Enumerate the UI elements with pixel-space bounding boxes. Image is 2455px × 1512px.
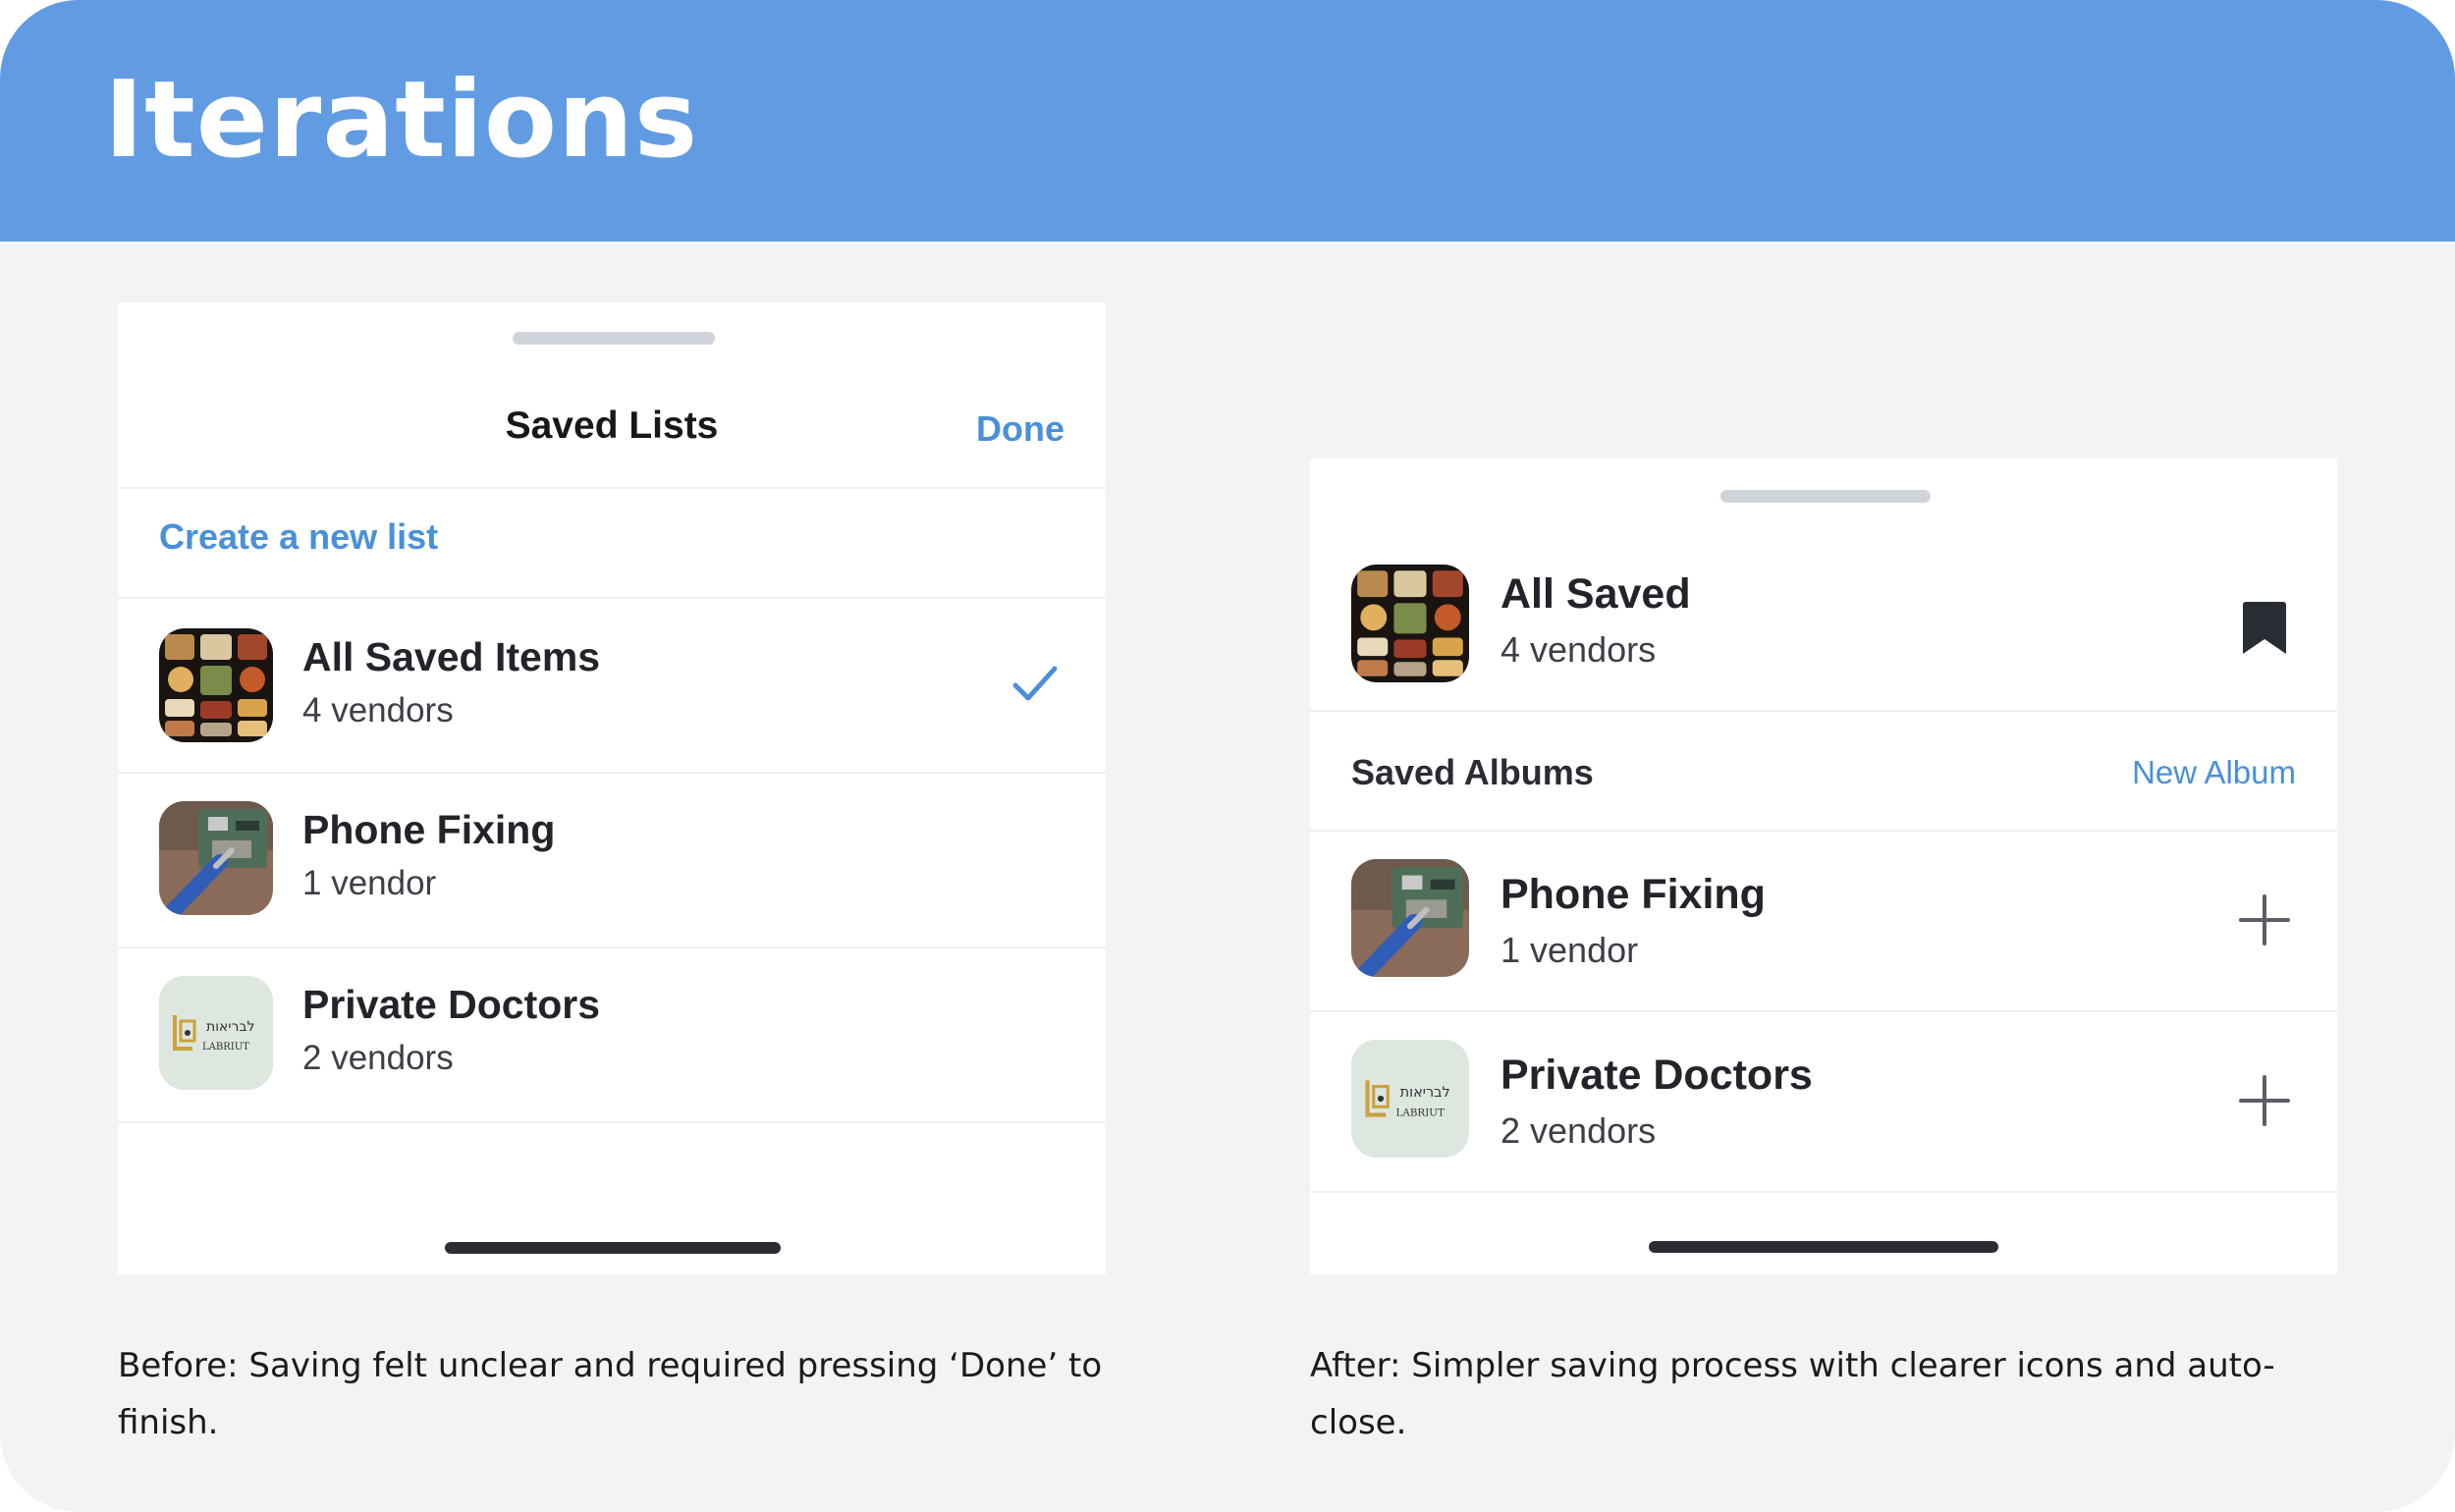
drag-handle[interactable] [1720,490,1931,503]
svg-text:LABRIUT: LABRIUT [202,1042,249,1053]
circuit-board-thumbnail [1351,859,1469,977]
home-indicator [445,1242,781,1254]
album-count: 2 vendors [1500,1110,1657,1151]
checkmark-icon [1011,664,1059,708]
album-item-private-doctors[interactable]: לבריאות LABRIUT Private Doctors 2 vendor… [1310,1012,2337,1191]
list-count: 4 vendors [302,691,454,729]
labriut-logo-thumbnail: לבריאות LABRIUT [1351,1040,1469,1158]
saved-albums-heading: Saved Albums [1351,752,1594,792]
list-count: 1 vendor [302,864,437,902]
food-trays-thumbnail [159,628,273,742]
divider [118,1121,1106,1123]
list-item-all-saved-items[interactable]: All Saved Items 4 vendors [118,599,1106,772]
header-banner: Iterations [0,0,2455,242]
after-caption: After: Simpler saving process with clear… [1310,1346,2275,1442]
svg-text:לבריאות: לבריאות [206,1019,254,1035]
page-title: Iterations [104,59,699,182]
svg-text:לבריאות: לבריאות [1400,1085,1450,1101]
album-title: Phone Fixing [1500,871,1766,918]
new-album-link[interactable]: New Album [2132,754,2296,791]
divider [1310,1191,2337,1193]
album-item-phone-fixing[interactable]: Phone Fixing 1 vendor [1310,832,2337,1010]
create-new-list-link[interactable]: Create a new list [159,516,438,558]
circuit-board-thumbnail [159,801,273,915]
list-title: Private Doctors [302,982,601,1027]
drag-handle[interactable] [513,332,715,345]
slide: Iterations Saved Lists Done Create a new… [0,0,2455,1512]
all-saved-row[interactable]: All Saved 4 vendors [1310,541,2337,710]
divider [118,487,1106,489]
list-title: Phone Fixing [302,807,556,852]
svg-text:LABRIUT: LABRIUT [1396,1107,1445,1119]
done-button[interactable]: Done [976,408,1064,450]
all-saved-count: 4 vendors [1500,629,1657,670]
list-title: All Saved Items [302,634,601,679]
after-sheet: All Saved 4 vendors Saved Albums New Alb… [1310,459,2337,1274]
plus-icon[interactable] [2239,894,2290,950]
album-title: Private Doctors [1500,1052,1813,1099]
all-saved-title: All Saved [1500,570,1691,618]
list-count: 2 vendors [302,1039,454,1077]
before-caption: Before: Saving felt unclear and required… [118,1346,1103,1442]
album-count: 1 vendor [1500,930,1639,970]
list-item-private-doctors[interactable]: לבריאות LABRIUT Private Doctors 2 vendor… [118,948,1106,1121]
food-trays-thumbnail [1351,565,1469,682]
labriut-logo-thumbnail: לבריאות LABRIUT [159,976,273,1090]
list-item-phone-fixing[interactable]: Phone Fixing 1 vendor [118,774,1106,946]
bookmark-icon[interactable] [2241,600,2288,662]
divider [1310,710,2337,712]
sheet-title: Saved Lists [505,405,719,447]
before-sheet: Saved Lists Done Create a new list All S… [118,302,1106,1274]
home-indicator [1649,1241,1998,1253]
plus-icon[interactable] [2239,1075,2290,1131]
